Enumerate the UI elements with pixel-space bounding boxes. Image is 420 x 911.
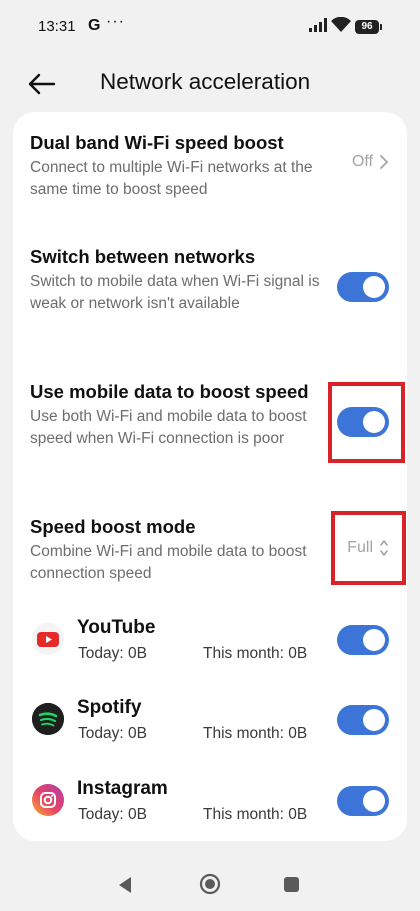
more-notifications-icon: ···	[106, 13, 125, 30]
toggle-knob	[363, 790, 385, 812]
setting-title: Use mobile data to boost speed	[30, 381, 309, 402]
app-name: Instagram	[77, 778, 168, 799]
setting-description: Switch to mobile data when Wi-Fi signal …	[30, 273, 320, 312]
nav-recents-icon[interactable]	[284, 877, 299, 892]
setting-description: Connect to multiple Wi-Fi networks at th…	[30, 159, 313, 198]
instagram-toggle[interactable]	[337, 786, 389, 816]
spotify-icon	[32, 703, 64, 735]
dual-band-setting[interactable]: Dual band Wi-Fi speed boost Connect to m…	[13, 132, 407, 202]
switch-networks-toggle[interactable]	[337, 272, 389, 302]
google-icon: G	[88, 17, 101, 34]
youtube-toggle[interactable]	[337, 625, 389, 655]
app-name: YouTube	[77, 617, 156, 638]
setting-title: Dual band Wi-Fi speed boost	[30, 132, 284, 153]
wifi-icon	[331, 16, 351, 37]
youtube-icon	[32, 623, 64, 655]
chevron-right-icon	[380, 155, 389, 169]
nav-home-icon[interactable]	[199, 873, 221, 895]
settings-card: Dual band Wi-Fi speed boost Connect to m…	[13, 112, 407, 841]
app-month-usage: This month: 0B	[203, 806, 308, 823]
app-month-usage: This month: 0B	[203, 725, 308, 742]
page-title: Network acceleration	[100, 69, 311, 94]
highlight-box	[328, 382, 405, 463]
app-today-usage: Today: 0B	[78, 806, 147, 823]
app-month-usage: This month: 0B	[203, 645, 308, 662]
setting-title: Speed boost mode	[30, 516, 196, 537]
app-row-youtube: YouTube Today: 0B This month: 0B	[13, 617, 407, 669]
setting-title: Switch between networks	[30, 246, 256, 267]
dual-band-value[interactable]: Off	[352, 153, 389, 171]
header: Network acceleration	[0, 60, 420, 106]
toggle-knob	[363, 629, 385, 651]
signal-icon	[309, 18, 327, 37]
app-row-spotify: Spotify Today: 0B This month: 0B	[13, 697, 407, 749]
instagram-icon	[32, 784, 64, 816]
dual-band-value-text: Off	[351, 153, 373, 170]
status-bar: 13:31 G ··· 96	[0, 0, 420, 56]
app-today-usage: Today: 0B	[78, 725, 147, 742]
toggle-knob	[363, 276, 385, 298]
app-today-usage: Today: 0B	[78, 645, 147, 662]
setting-description: Combine Wi-Fi and mobile data to boost c…	[30, 543, 307, 582]
app-row-instagram: Instagram Today: 0B This month: 0B	[13, 778, 407, 830]
setting-description: Use both Wi-Fi and mobile data to boost …	[30, 408, 307, 447]
toggle-knob	[363, 709, 385, 731]
app-name: Spotify	[77, 697, 142, 718]
spotify-toggle[interactable]	[337, 705, 389, 735]
battery-icon: 96	[355, 20, 382, 34]
back-arrow-icon	[28, 73, 56, 95]
nav-back-icon[interactable]	[117, 876, 133, 899]
back-button[interactable]	[24, 66, 60, 102]
switch-networks-setting: Switch between networks Switch to mobile…	[13, 246, 407, 336]
status-time: 13:31	[38, 18, 76, 35]
highlight-box	[331, 511, 406, 585]
navigation-bar	[0, 860, 420, 910]
